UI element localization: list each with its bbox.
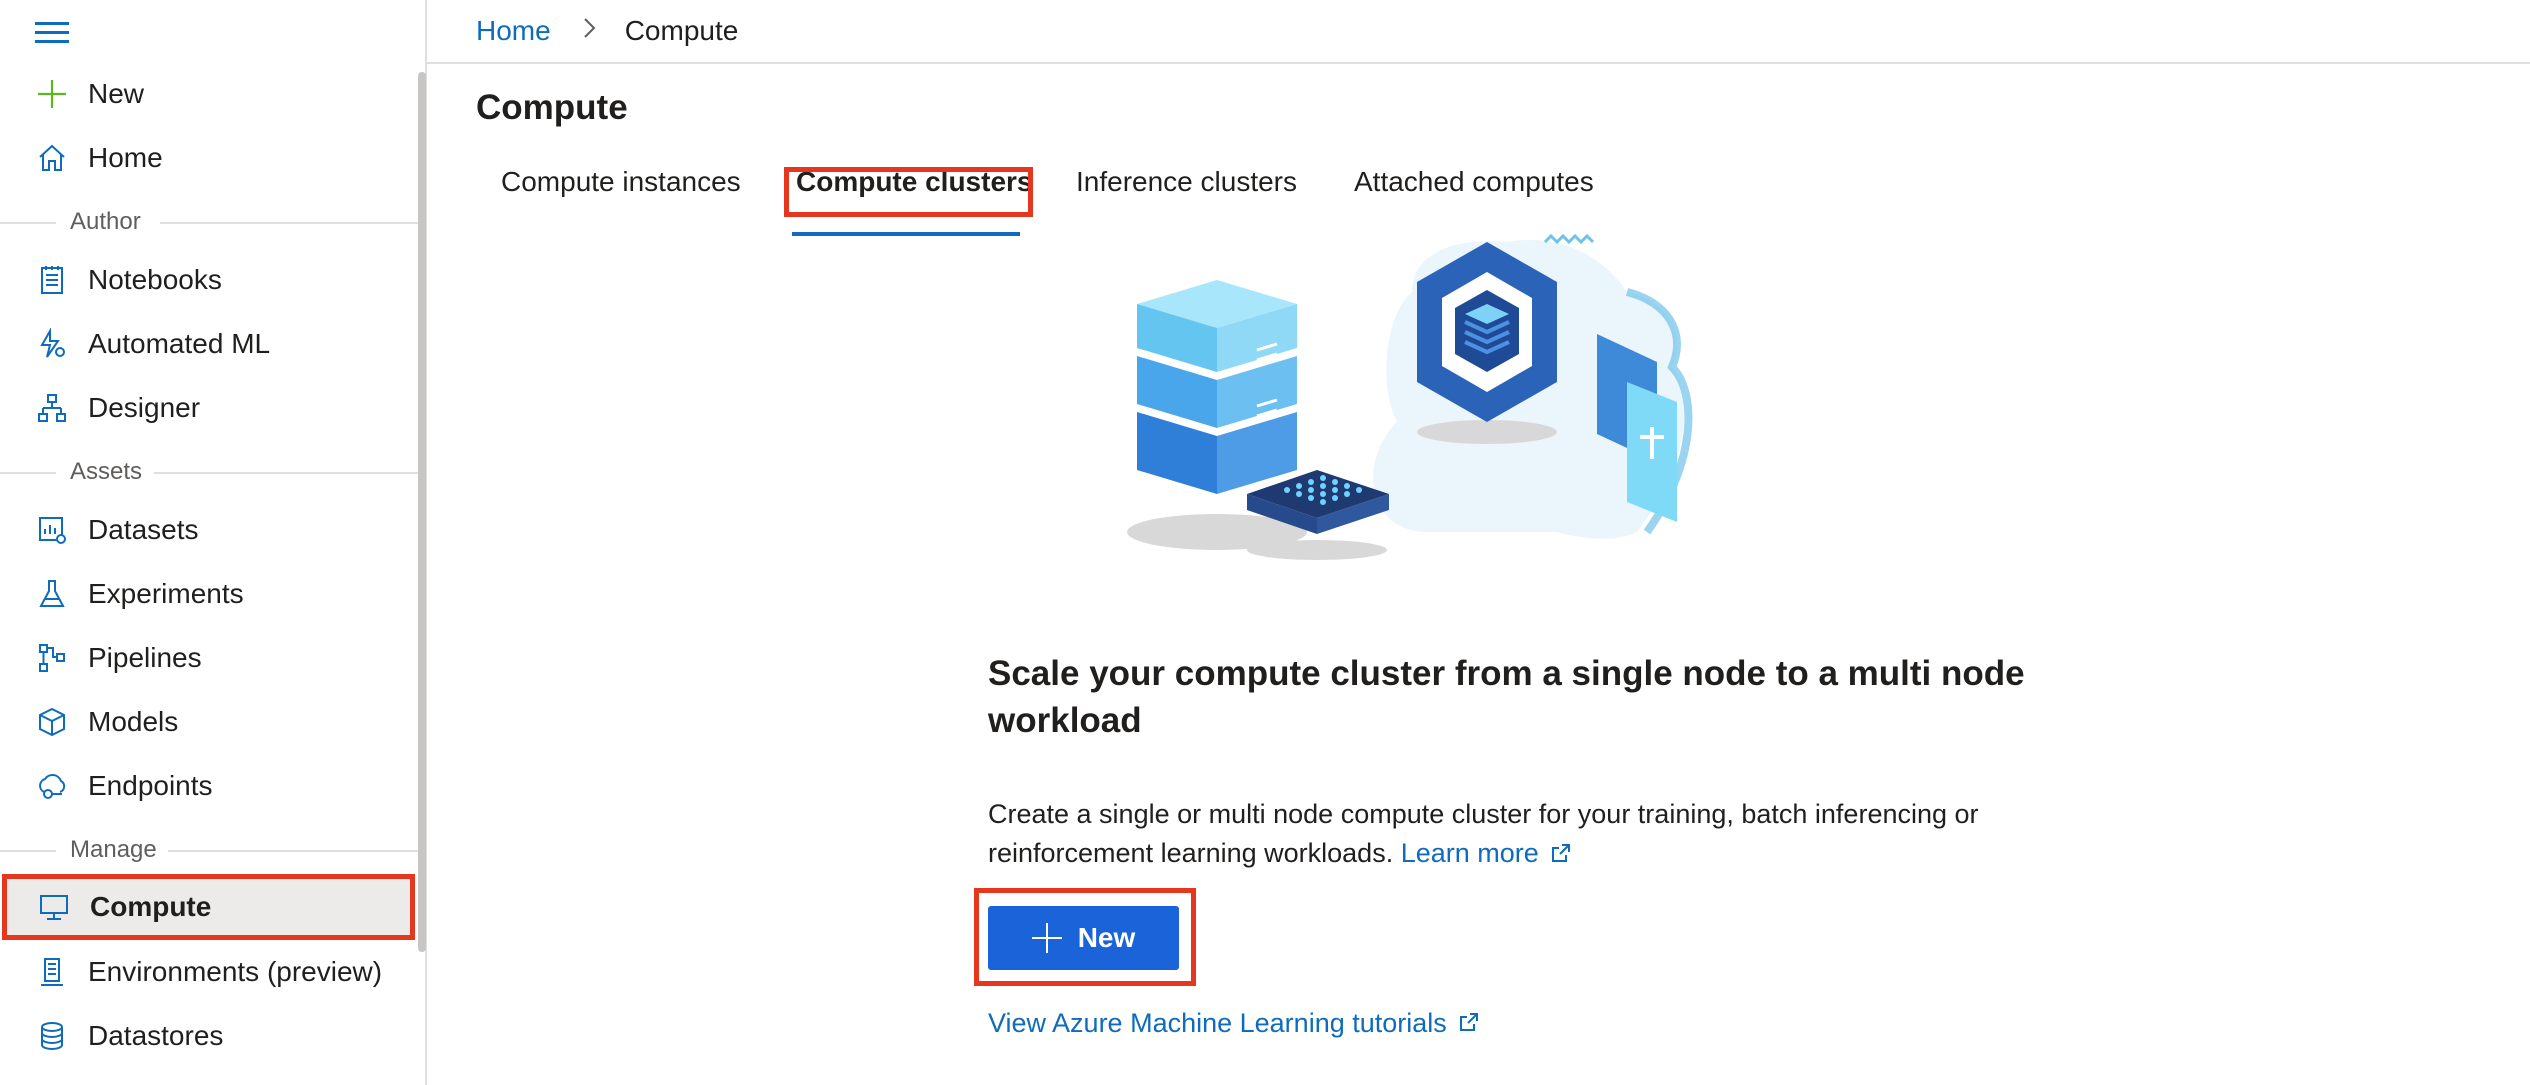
sidebar-item-endpoints[interactable]: Endpoints — [0, 754, 418, 818]
external-link-icon — [1551, 835, 1571, 874]
sidebar: New Home Author Notebooks Automated ML D… — [0, 0, 427, 1085]
breadcrumb-home-link[interactable]: Home — [476, 15, 551, 47]
sidebar-group-label: Manage — [70, 836, 157, 864]
monitor-icon — [36, 889, 72, 925]
flask-icon — [34, 576, 70, 612]
sidebar-group-author: Author — [0, 202, 418, 242]
hamburger-menu-icon[interactable] — [35, 20, 69, 46]
sidebar-item-datastores[interactable]: Datastores — [0, 1004, 418, 1068]
breadcrumb: Home Compute — [427, 0, 2530, 64]
tab-compute-instances[interactable]: Compute instances — [501, 166, 741, 222]
sidebar-item-label: Models — [88, 706, 179, 737]
sidebar-item-automated-ml[interactable]: Automated ML — [0, 312, 418, 376]
active-tab-indicator — [792, 232, 1020, 236]
breadcrumb-current: Compute — [624, 15, 739, 46]
sidebar-item-label: Designer — [88, 392, 201, 423]
sidebar-item-label: Datasets — [88, 514, 199, 545]
endpoints-icon — [34, 768, 70, 804]
empty-state-heading: Scale your compute cluster from a single… — [988, 654, 2025, 740]
sidebar-item-compute[interactable]: Compute — [2, 874, 415, 940]
server-stack-shape — [1137, 280, 1297, 494]
sidebar-item-experiments[interactable]: Experiments — [0, 562, 418, 626]
view-tutorials-link[interactable]: View Azure Machine Learning tutorials — [988, 1008, 1479, 1039]
empty-state-description: Create a single or multi node compute cl… — [988, 795, 2028, 874]
tab-highlight-box — [784, 167, 1033, 217]
sidebar-group-label: Author — [70, 208, 141, 236]
page-title: Compute — [476, 88, 628, 127]
sidebar-group-label: Assets — [70, 458, 143, 486]
sidebar-item-label: Automated ML — [88, 328, 271, 359]
sidebar-item-label: Datastores — [88, 1020, 224, 1051]
sidebar-item-models[interactable]: Models — [0, 690, 418, 754]
sidebar-item-datasets[interactable]: Datasets — [0, 498, 418, 562]
new-button-label: New — [1077, 922, 1136, 953]
chevron-right-icon — [583, 17, 597, 46]
external-link-icon — [1459, 1008, 1479, 1039]
sidebar-group-manage: Manage — [0, 830, 418, 870]
tab-inference-clusters[interactable]: Inference clusters — [1076, 166, 1297, 222]
tutorials-link-label: View Azure Machine Learning tutorials — [988, 1008, 1447, 1038]
compute-illustration — [1127, 233, 1693, 560]
learn-more-link[interactable]: Learn more — [1401, 838, 1571, 868]
designer-icon — [34, 390, 70, 426]
sidebar-item-label: New — [88, 78, 145, 109]
sidebar-item-label: Experiments — [88, 578, 244, 609]
sidebar-item-label: Compute — [90, 891, 212, 922]
main-content: Home Compute Compute Compute instances C… — [427, 0, 2530, 1085]
home-icon — [34, 140, 70, 176]
sidebar-item-notebooks[interactable]: Notebooks — [0, 248, 418, 312]
sidebar-item-new[interactable]: New — [0, 62, 418, 126]
sidebar-item-label: Pipelines — [88, 642, 202, 673]
chip-shape — [1247, 540, 1387, 560]
plus-icon — [34, 76, 70, 112]
sidebar-item-label: Environments (preview) — [88, 956, 383, 987]
pipelines-icon — [34, 640, 70, 676]
sidebar-item-label: Home — [88, 142, 163, 173]
new-compute-cluster-button[interactable]: New — [988, 906, 1179, 970]
sidebar-item-label: Endpoints — [88, 770, 213, 801]
sidebar-item-home[interactable]: Home — [0, 126, 418, 190]
sidebar-item-designer[interactable]: Designer — [0, 376, 418, 440]
datasets-icon — [34, 512, 70, 548]
cube-icon — [34, 704, 70, 740]
sidebar-scrollbar[interactable] — [418, 72, 426, 952]
tab-attached-computes[interactable]: Attached computes — [1354, 166, 1594, 222]
plus-icon — [1031, 923, 1062, 953]
database-icon — [34, 1018, 70, 1054]
sidebar-item-pipelines[interactable]: Pipelines — [0, 626, 418, 690]
notebook-icon — [34, 262, 70, 298]
sidebar-item-environments[interactable]: Environments (preview) — [0, 940, 418, 1004]
automated-ml-icon — [34, 326, 70, 362]
environments-icon — [34, 954, 70, 990]
sidebar-group-assets: Assets — [0, 452, 418, 492]
sidebar-item-label: Notebooks — [88, 264, 222, 295]
